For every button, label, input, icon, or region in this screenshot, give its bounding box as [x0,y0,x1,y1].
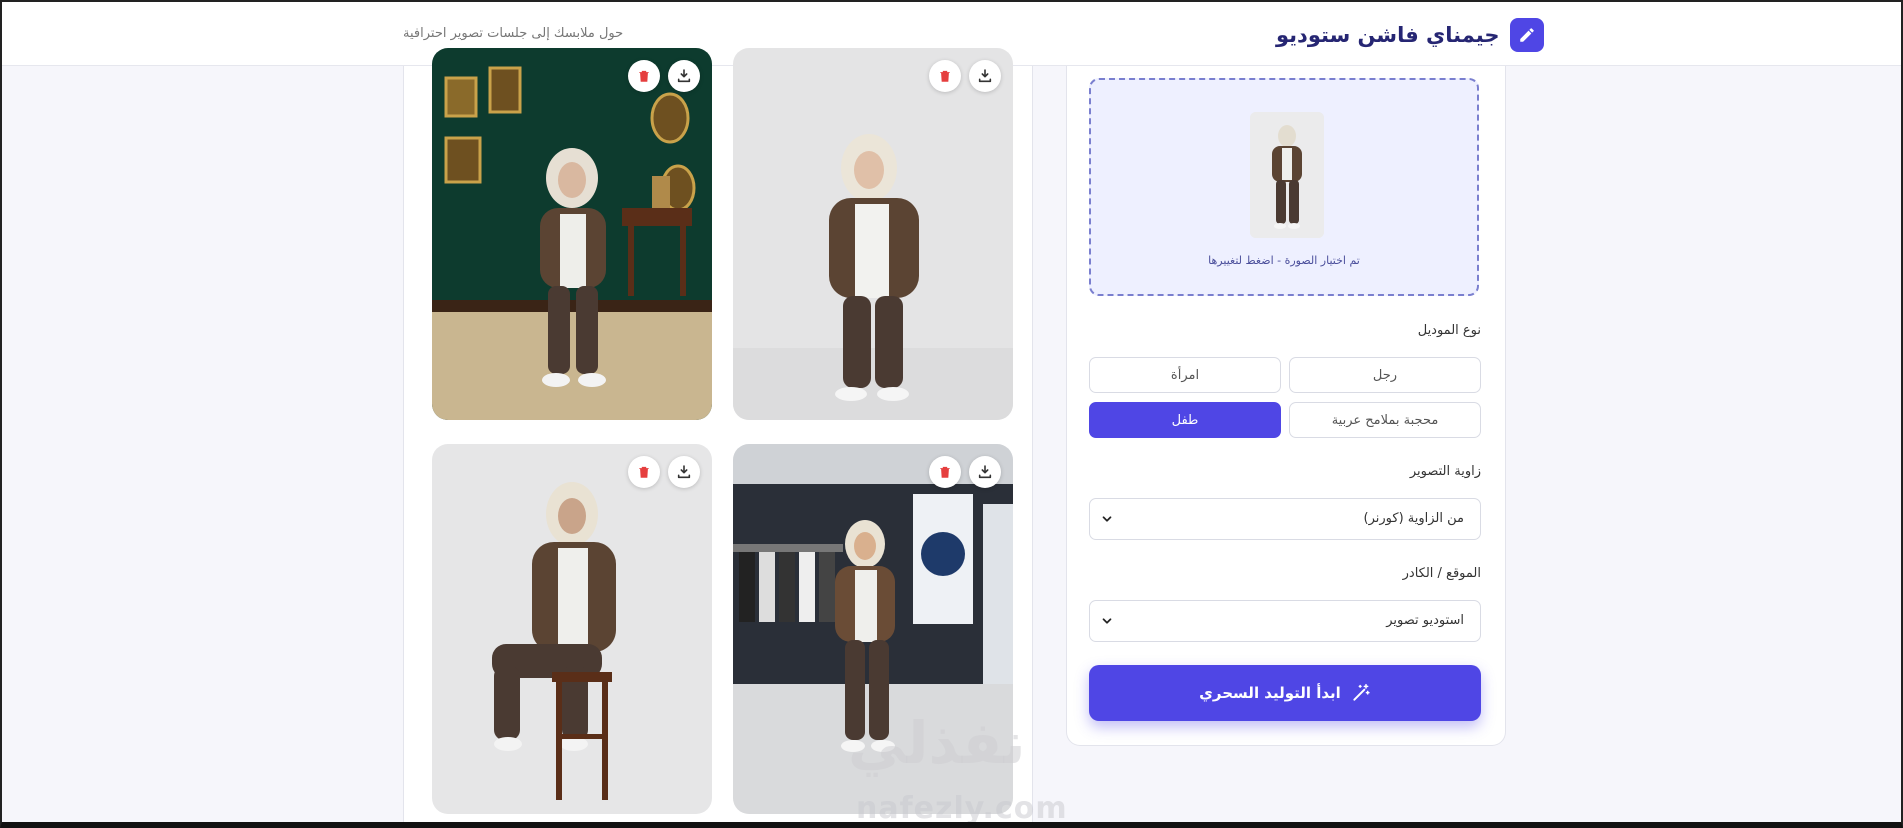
watermark: نفذلي [848,709,1026,777]
result-card[interactable] [432,48,712,420]
trash-icon [940,466,950,478]
angle-value: من الزاوية (كورنر) [1363,511,1464,526]
delete-button[interactable] [929,456,961,488]
location-select[interactable]: استوديو تصوير [1089,600,1481,642]
location-label: الموقع / الكادر [1402,566,1481,581]
download-icon [677,69,691,83]
model-type-label: نوع الموديل [1417,323,1481,338]
result-card[interactable] [733,48,1013,420]
download-button[interactable] [668,456,700,488]
download-icon [978,465,992,479]
brand[interactable]: جيمناي فاشن ستوديو [1276,18,1544,52]
download-button[interactable] [668,60,700,92]
chevron-down-icon [1102,516,1112,522]
angle-select[interactable]: من الزاوية (كورنر) [1089,498,1481,540]
download-button[interactable] [969,60,1001,92]
watermark-url: nafezly.com [856,791,1068,826]
model-option-hijabi[interactable]: محجبة بملامح عربية [1289,402,1481,438]
card-actions [628,456,700,488]
delete-button[interactable] [628,456,660,488]
delete-button[interactable] [628,60,660,92]
download-button[interactable] [969,456,1001,488]
location-value: استوديو تصوير [1386,613,1464,628]
download-icon [978,69,992,83]
trash-icon [639,466,649,478]
result-image [432,444,712,814]
card-actions [929,456,1001,488]
upload-caption: تم اختيار الصورة - اضغط لتغييرها [1208,254,1360,267]
image-upload-dropzone[interactable]: تم اختيار الصورة - اضغط لتغييرها [1089,78,1479,296]
settings-panel: تم اختيار الصورة - اضغط لتغييرها نوع الم… [1066,66,1506,746]
model-option-man[interactable]: رجل [1289,357,1481,393]
uploaded-image-preview [1250,112,1324,238]
magic-wand-icon [1353,683,1370,701]
trash-icon [639,70,649,82]
card-actions [929,60,1001,92]
chevron-down-icon [1102,618,1112,624]
trash-icon [940,70,950,82]
angle-label: زاوية التصوير [1409,464,1481,479]
model-option-child[interactable]: طفل [1089,402,1281,438]
result-image [733,48,1013,420]
download-icon [677,465,691,479]
app-title: جيمناي فاشن ستوديو [1276,23,1500,47]
delete-button[interactable] [929,60,961,92]
result-image [432,48,712,420]
card-actions [628,60,700,92]
result-card[interactable] [432,444,712,814]
model-option-woman[interactable]: امرأة [1089,357,1281,393]
app-tagline: حول ملابسك إلى جلسات تصوير احترافية [403,26,624,41]
pencil-icon [1509,18,1544,52]
app-window: جيمناي فاشن ستوديو حول ملابسك إلى جلسات … [0,0,1903,828]
generate-label: ابدأ التوليد السحري [1199,684,1341,702]
generate-button[interactable]: ابدأ التوليد السحري [1089,665,1481,721]
